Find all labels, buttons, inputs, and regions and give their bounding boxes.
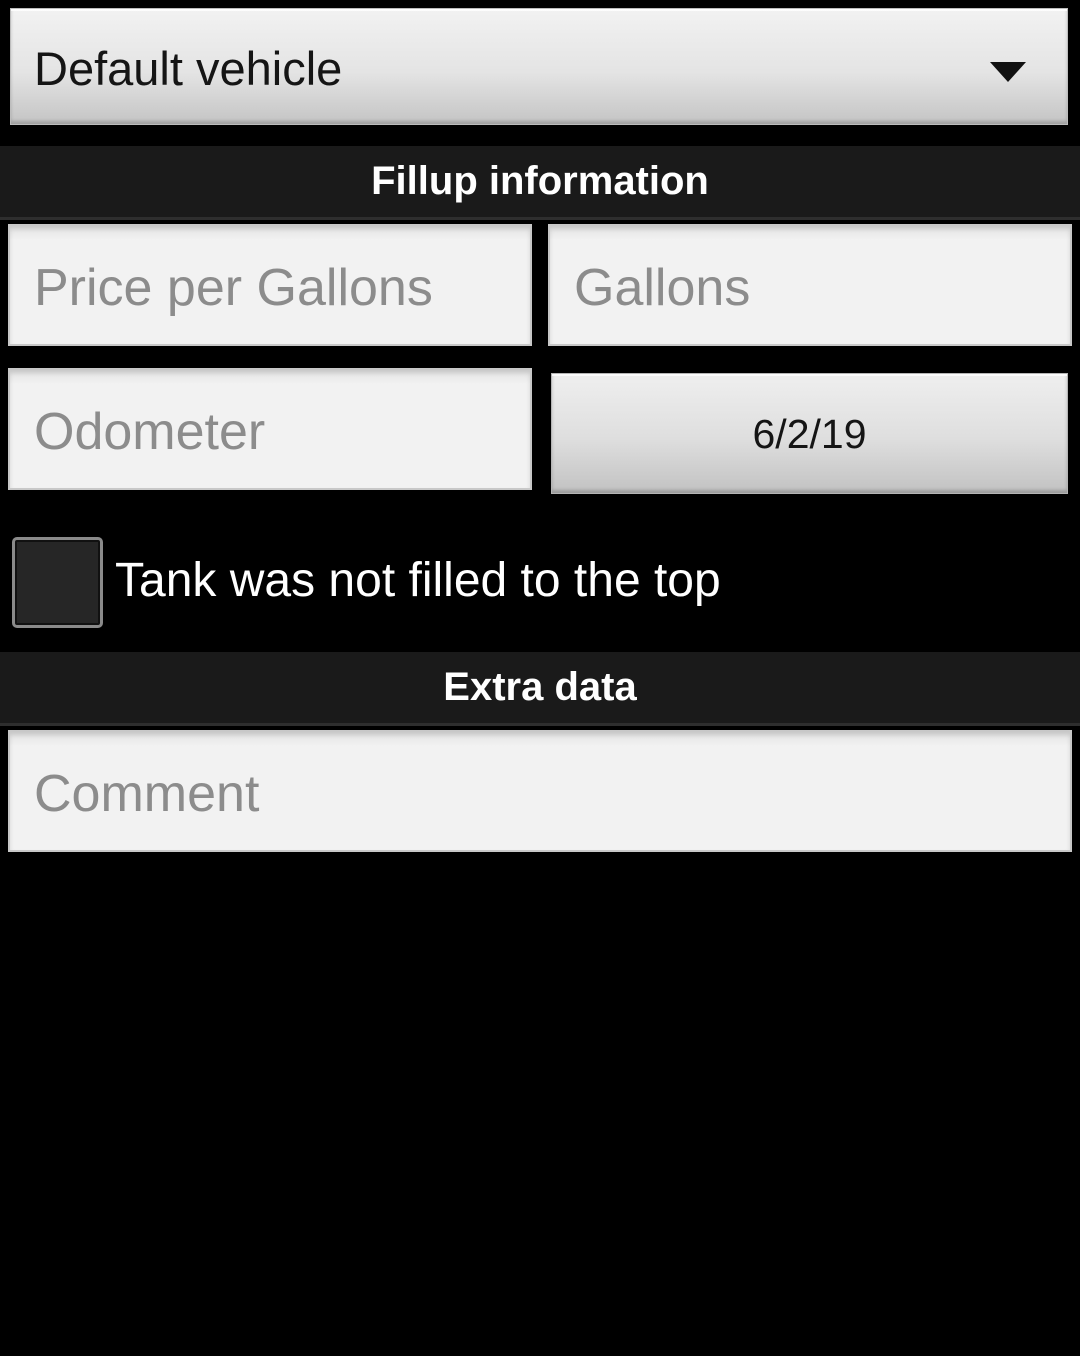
date-button[interactable]: 6/2/19 [551, 373, 1068, 494]
price-per-gallon-input[interactable] [34, 256, 514, 320]
fillup-screen: Default vehicle Fillup information 6/2/1… [0, 0, 1080, 1356]
comment-field[interactable] [8, 730, 1072, 852]
odometer-input[interactable] [34, 400, 514, 464]
partial-fill-checkbox[interactable] [12, 537, 103, 628]
partial-fill-label[interactable]: Tank was not filled to the top [115, 553, 721, 609]
section-header-extra: Extra data [0, 652, 1080, 726]
section-header-fillup: Fillup information [0, 146, 1080, 220]
triangle-down-icon [990, 62, 1026, 82]
comment-input[interactable] [34, 762, 1054, 826]
vehicle-spinner[interactable]: Default vehicle [10, 8, 1068, 125]
gallons-input[interactable] [574, 256, 1054, 320]
partial-fill-row[interactable]: Tank was not filled to the top [0, 530, 1080, 634]
gallons-field[interactable] [548, 224, 1072, 346]
odometer-field[interactable] [8, 368, 532, 490]
price-per-gallon-field[interactable] [8, 224, 532, 346]
vehicle-spinner-value: Default vehicle [34, 42, 343, 95]
